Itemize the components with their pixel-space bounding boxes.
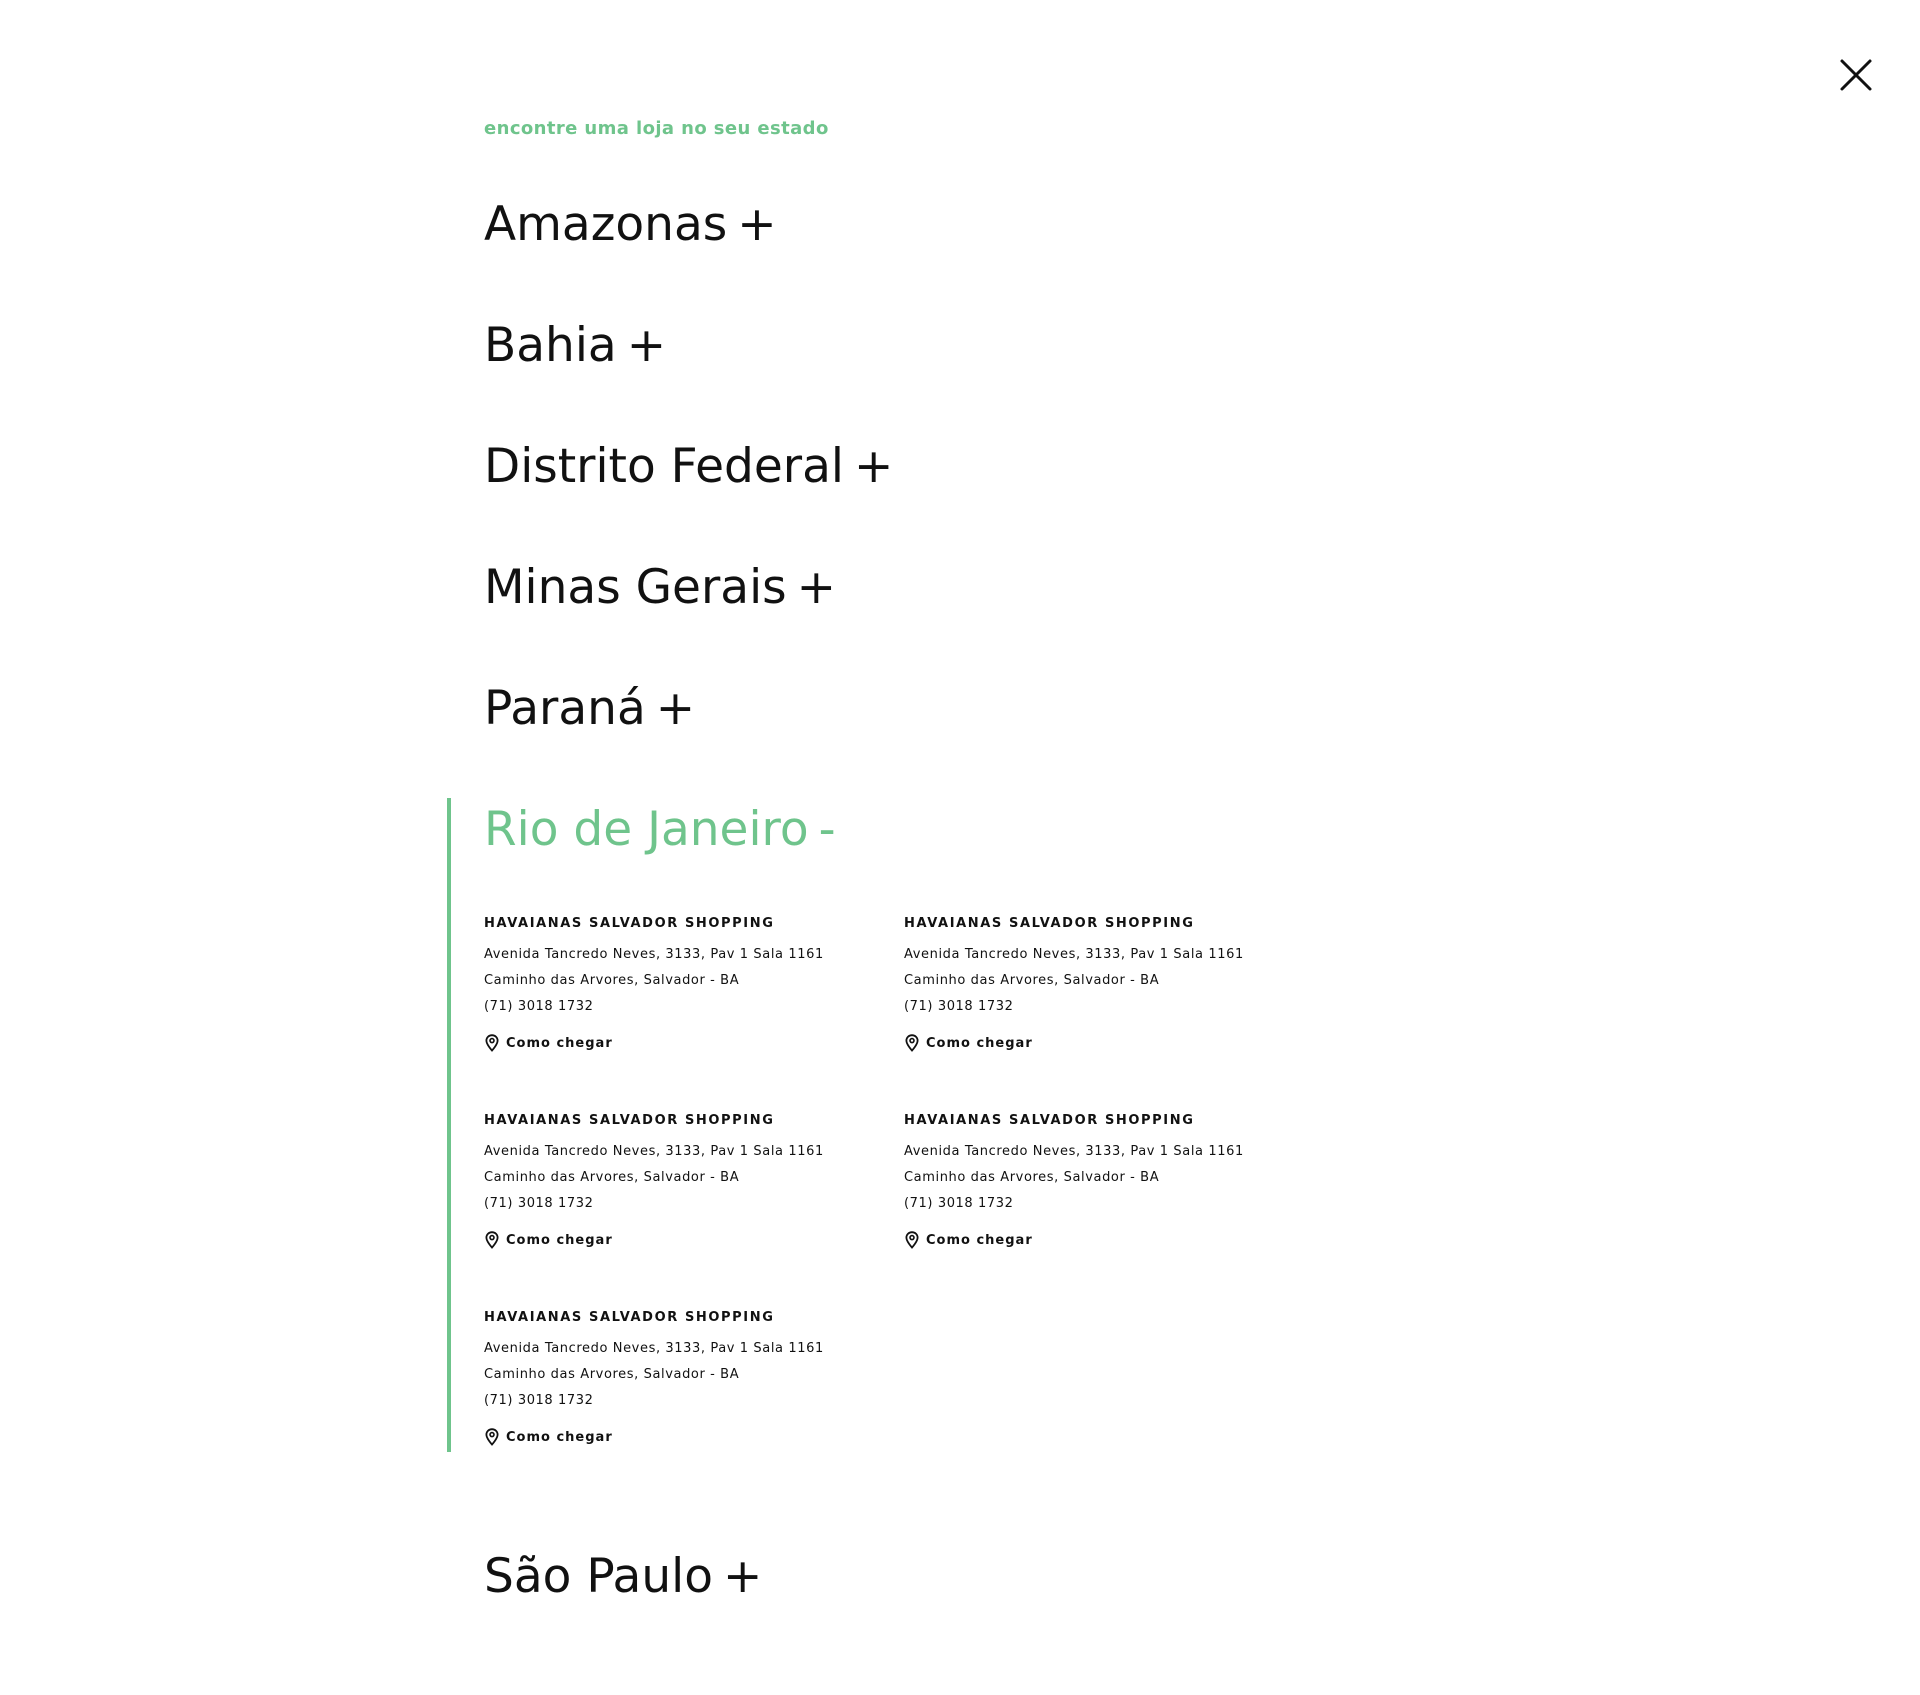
store-phone: (71) 3018 1732: [484, 999, 594, 1014]
state-name: Amazonas: [484, 197, 728, 252]
store-address-line-2: Caminho das Arvores, Salvador - BA: [904, 973, 1160, 988]
state-item-sao-paulo: São Paulo +: [484, 1549, 1384, 1605]
expand-toggle: +: [853, 439, 894, 494]
directions-label: Como chegar: [506, 1035, 613, 1051]
state-item-rio-de-janeiro: Rio de Janeiro - HAVAIANAS SALVADOR SHOPP…: [447, 798, 1384, 1476]
expand-toggle: +: [626, 318, 667, 373]
map-pin-icon: [485, 1034, 499, 1052]
directions-link[interactable]: Como chegar: [484, 1426, 904, 1448]
directions-link[interactable]: Como chegar: [904, 1229, 1324, 1251]
map-pin-icon: [905, 1034, 919, 1052]
state-toggle-parana[interactable]: Paraná +: [484, 681, 695, 737]
store-card: HAVAIANAS SALVADOR SHOPPING Avenida Tanc…: [484, 902, 904, 1099]
collapse-toggle: -: [818, 802, 836, 857]
active-state-indicator: [447, 798, 451, 1452]
store-name: HAVAIANAS SALVADOR SHOPPING: [904, 1113, 1195, 1128]
directions-link[interactable]: Como chegar: [484, 1229, 904, 1251]
state-item-parana: Paraná +: [484, 681, 1384, 737]
store-phone: (71) 3018 1732: [484, 1393, 594, 1408]
state-name: São Paulo: [484, 1549, 713, 1604]
store-address-line-2: Caminho das Arvores, Salvador - BA: [484, 1367, 740, 1382]
expand-toggle: +: [722, 1549, 763, 1604]
expand-toggle: +: [655, 681, 696, 736]
state-item-distrito-federal: Distrito Federal +: [484, 439, 1384, 495]
store-locator-panel: encontre uma loja no seu estado Amazonas…: [447, 112, 1384, 1670]
directions-link[interactable]: Como chegar: [904, 1032, 1324, 1054]
directions-label: Como chegar: [926, 1232, 1033, 1248]
map-pin-icon: [485, 1428, 499, 1446]
store-address-line-2: Caminho das Arvores, Salvador - BA: [904, 1170, 1160, 1185]
expand-toggle: +: [737, 197, 777, 252]
store-grid: HAVAIANAS SALVADOR SHOPPING Avenida Tanc…: [484, 902, 1384, 1476]
store-name: HAVAIANAS SALVADOR SHOPPING: [484, 916, 775, 931]
state-item-bahia: Bahia +: [484, 318, 1384, 374]
state-name: Rio de Janeiro: [484, 802, 809, 857]
store-address-line-2: Caminho das Arvores, Salvador - BA: [484, 973, 740, 988]
store-card: HAVAIANAS SALVADOR SHOPPING Avenida Tanc…: [484, 1296, 904, 1476]
map-pin-icon: [485, 1231, 499, 1249]
state-list: Amazonas + Bahia + Distrito Federal + Minas…: [447, 197, 1384, 1605]
directions-label: Como chegar: [926, 1035, 1033, 1051]
state-toggle-amazonas[interactable]: Amazonas +: [484, 197, 777, 253]
state-toggle-minas-gerais[interactable]: Minas Gerais +: [484, 560, 836, 616]
store-name: HAVAIANAS SALVADOR SHOPPING: [484, 1113, 775, 1128]
expand-toggle: +: [796, 560, 837, 615]
store-card: HAVAIANAS SALVADOR SHOPPING Avenida Tanc…: [904, 1099, 1324, 1296]
state-item-minas-gerais: Minas Gerais +: [484, 560, 1384, 616]
map-pin-icon: [905, 1231, 919, 1249]
state-toggle-rio-de-janeiro[interactable]: Rio de Janeiro -: [484, 802, 836, 858]
close-icon: [1840, 59, 1872, 91]
state-name: Bahia: [484, 318, 617, 373]
store-phone: (71) 3018 1732: [904, 999, 1014, 1014]
store-address-line-1: Avenida Tancredo Neves, 3133, Pav 1 Sala…: [904, 1144, 1244, 1159]
store-card: HAVAIANAS SALVADOR SHOPPING Avenida Tanc…: [904, 902, 1324, 1099]
state-item-amazonas: Amazonas +: [484, 197, 1384, 253]
store-address-line-2: Caminho das Arvores, Salvador - BA: [484, 1170, 740, 1185]
state-toggle-sao-paulo[interactable]: São Paulo +: [484, 1549, 762, 1605]
state-toggle-distrito-federal[interactable]: Distrito Federal +: [484, 439, 893, 495]
state-name: Distrito Federal: [484, 439, 844, 494]
store-phone: (71) 3018 1732: [484, 1196, 594, 1211]
store-address-line-1: Avenida Tancredo Neves, 3133, Pav 1 Sala…: [484, 947, 824, 962]
store-address-line-1: Avenida Tancredo Neves, 3133, Pav 1 Sala…: [484, 1144, 824, 1159]
directions-label: Como chegar: [506, 1232, 613, 1248]
store-address-line-1: Avenida Tancredo Neves, 3133, Pav 1 Sala…: [484, 1341, 824, 1356]
close-button[interactable]: [1836, 55, 1876, 95]
directions-link[interactable]: Como chegar: [484, 1032, 904, 1054]
store-address-line-1: Avenida Tancredo Neves, 3133, Pav 1 Sala…: [904, 947, 1244, 962]
store-name: HAVAIANAS SALVADOR SHOPPING: [904, 916, 1195, 931]
state-name: Paraná: [484, 681, 646, 736]
store-name: HAVAIANAS SALVADOR SHOPPING: [484, 1310, 775, 1325]
state-toggle-bahia[interactable]: Bahia +: [484, 318, 666, 374]
store-phone: (71) 3018 1732: [904, 1196, 1014, 1211]
state-name: Minas Gerais: [484, 560, 787, 615]
page-eyebrow: encontre uma loja no seu estado: [484, 118, 829, 139]
directions-label: Como chegar: [506, 1429, 613, 1445]
store-card: HAVAIANAS SALVADOR SHOPPING Avenida Tanc…: [484, 1099, 904, 1296]
